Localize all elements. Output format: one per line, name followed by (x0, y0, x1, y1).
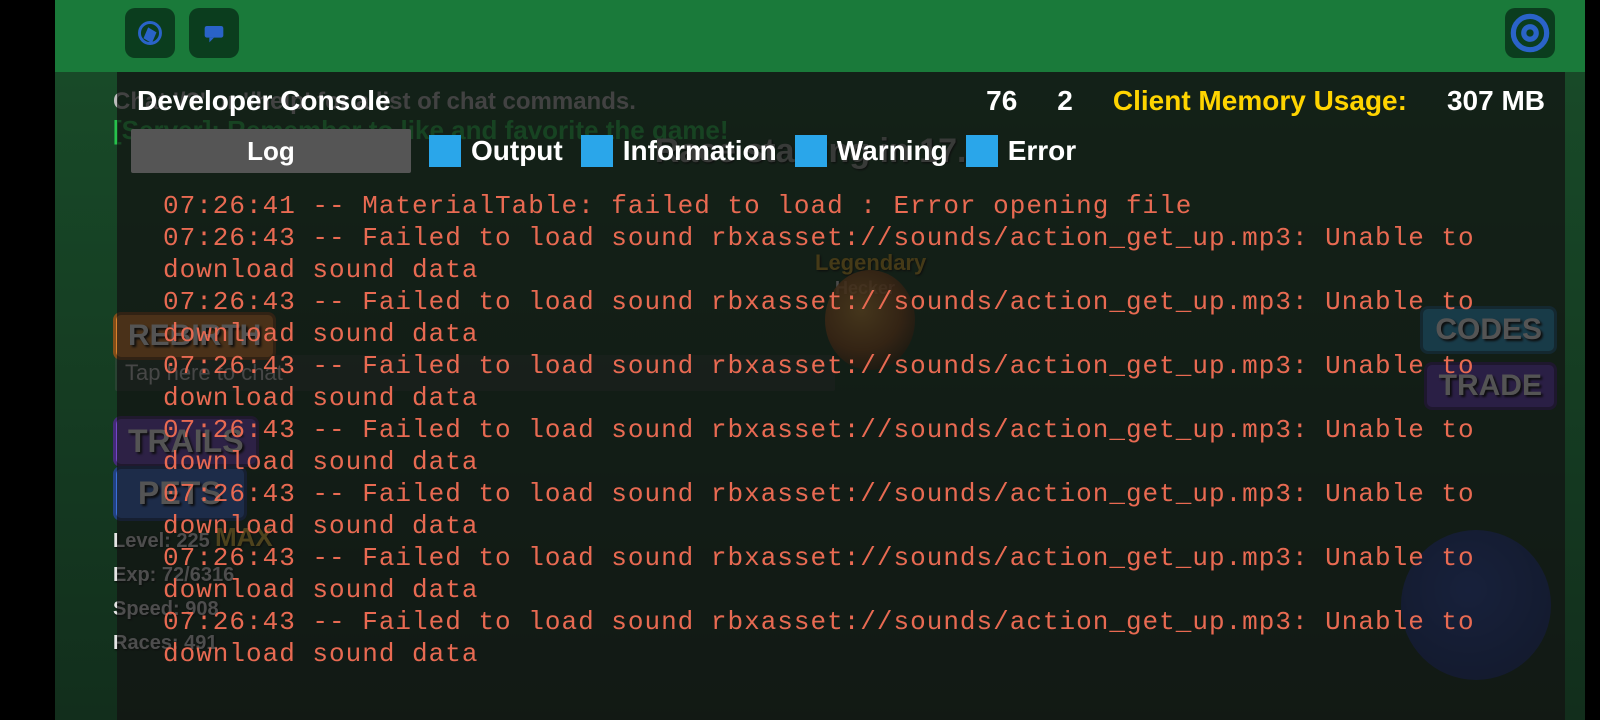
checkbox-icon[interactable] (795, 135, 827, 167)
letterbox-left (0, 0, 55, 720)
console-log-output[interactable]: 07:26:41 -- MaterialTable: failed to loa… (117, 178, 1565, 720)
filter-warning-label: Warning (837, 135, 948, 167)
log-line: 07:26:43 -- Failed to load sound rbxasse… (163, 478, 1535, 542)
checkbox-icon[interactable] (966, 135, 998, 167)
console-header: Developer Console 76 2 Client Memory Usa… (117, 72, 1565, 124)
checkbox-icon[interactable] (429, 135, 461, 167)
log-line: 07:26:43 -- Failed to load sound rbxasse… (163, 414, 1535, 478)
console-count-a: 76 (986, 85, 1017, 117)
log-line: 07:26:43 -- Failed to load sound rbxasse… (163, 350, 1535, 414)
filter-error[interactable]: Error (966, 135, 1076, 167)
game-viewport: Chat '/?' or '/help' for a list of chat … (55, 0, 1585, 720)
filter-warning[interactable]: Warning (795, 135, 948, 167)
log-line: 07:26:43 -- Failed to load sound rbxasse… (163, 286, 1535, 350)
log-line: 07:26:41 -- MaterialTable: failed to loa… (163, 190, 1535, 222)
letterbox-right (1585, 0, 1600, 720)
chat-icon[interactable] (189, 8, 239, 58)
log-line: 07:26:43 -- Failed to load sound rbxasse… (163, 606, 1535, 670)
developer-console: Developer Console 76 2 Client Memory Usa… (117, 72, 1565, 720)
filter-information-label: Information (623, 135, 777, 167)
memory-usage-value: 307 MB (1447, 85, 1545, 117)
filter-output[interactable]: Output (429, 135, 563, 167)
filter-information[interactable]: Information (581, 135, 777, 167)
memory-usage-label: Client Memory Usage: (1113, 85, 1407, 117)
log-line: 07:26:43 -- Failed to load sound rbxasse… (163, 542, 1535, 606)
topbar (125, 8, 239, 58)
console-count-b: 2 (1057, 85, 1073, 117)
compass-icon[interactable] (125, 8, 175, 58)
console-title: Developer Console (137, 85, 391, 117)
console-tabs: Log Output Information Warning Error (117, 124, 1565, 178)
settings-gear-icon[interactable] (1505, 8, 1555, 58)
checkbox-icon[interactable] (581, 135, 613, 167)
filter-error-label: Error (1008, 135, 1076, 167)
log-tab-button[interactable]: Log (131, 129, 411, 173)
log-line: 07:26:43 -- Failed to load sound rbxasse… (163, 222, 1535, 286)
filter-output-label: Output (471, 135, 563, 167)
